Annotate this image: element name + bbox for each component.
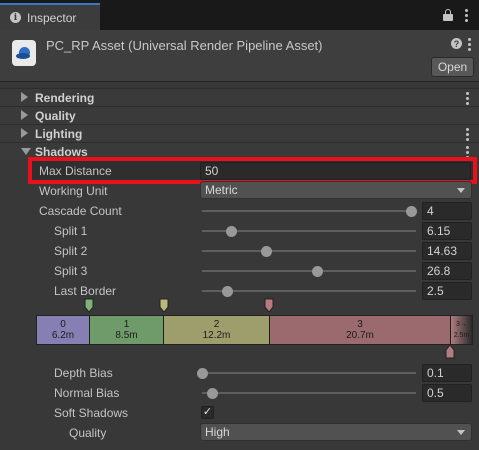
cascade-count-field[interactable]: 4 (422, 202, 472, 220)
last-border-slider[interactable] (202, 290, 416, 292)
normal-bias-slider-knob[interactable] (207, 388, 219, 399)
last-border-marker-wrap (445, 344, 455, 359)
chevron-down-icon (457, 188, 465, 193)
header-menu-icon[interactable] (466, 38, 472, 51)
section-label: Rendering (35, 91, 95, 105)
open-button[interactable]: Open (431, 57, 474, 77)
tab-menu-icon[interactable] (463, 9, 469, 22)
cascade-distance: 8.5m (115, 330, 138, 341)
soft-shadows-checkbox[interactable]: ✓ (201, 406, 214, 419)
normal-bias-field[interactable]: 0.5 (422, 384, 472, 402)
working-unit-dropdown[interactable]: Metric (200, 181, 472, 199)
section-menu-icon[interactable] (464, 92, 470, 105)
quality-dropdown[interactable]: High (200, 423, 472, 441)
soft-shadows-row: Soft Shadows ✓ (0, 403, 479, 423)
cascade-distance: 6.2m (51, 330, 75, 341)
quality-row: Quality High (0, 423, 479, 443)
depth-bias-label: Depth Bias (54, 366, 113, 380)
last-border-marker[interactable] (445, 344, 455, 359)
normal-bias-row: Normal Bias 0.5 (0, 383, 479, 403)
section-label: Lighting (35, 127, 83, 141)
cascade-segment-0: 0 6.2m (37, 316, 90, 344)
asset-title: PC_RP Asset (Universal Render Pipeline A… (46, 38, 323, 53)
section-lighting[interactable]: Lighting (0, 124, 479, 142)
info-icon: i (10, 12, 21, 23)
split-1-field[interactable]: 6.15 (422, 222, 472, 240)
cascade-count-slider[interactable] (202, 210, 416, 212)
collapsed-arrow-icon (21, 128, 28, 138)
section-menu-icon[interactable] (464, 128, 470, 141)
depth-bias-slider[interactable] (202, 372, 416, 374)
cascade-count-row: Cascade Count 4 (0, 201, 479, 221)
split-3-slider[interactable] (202, 270, 416, 272)
cascade-index: 0 (60, 319, 66, 330)
split-3-field[interactable]: 26.8 (422, 262, 472, 280)
checkmark-icon: ✓ (202, 406, 213, 418)
quality-value: High (205, 425, 230, 439)
tab-inspector[interactable]: i Inspector (0, 3, 100, 30)
cascade-count-slider-knob[interactable] (406, 206, 418, 217)
last-border-slider-knob[interactable] (222, 286, 234, 297)
split-2-row: Split 2 14.63 (0, 241, 479, 261)
quality-label: Quality (69, 426, 107, 440)
depth-bias-row: Depth Bias 0.1 (0, 363, 479, 383)
cascade-segment-1: 1 8.5m (90, 316, 164, 344)
working-unit-label: Working Unit (39, 184, 108, 198)
section-quality[interactable]: Quality (0, 106, 479, 124)
expanded-arrow-icon (21, 148, 31, 155)
split-2-label: Split 2 (54, 244, 88, 258)
split-2-marker[interactable] (159, 298, 169, 313)
cascade-distance: 20.7m (346, 330, 374, 341)
collapsed-arrow-icon (21, 110, 28, 120)
split-1-row: Split 1 6.15 (0, 221, 479, 241)
tab-label: Inspector (27, 10, 77, 25)
pipeline-asset-icon (12, 40, 36, 66)
working-unit-value: Metric (205, 183, 238, 197)
cascade-segment-fade: 3→ 2.5m (451, 316, 472, 344)
cascade-bar: 0 6.2m 1 8.5m 2 12.2m 3 20.7m 3→ 2.5m (36, 315, 473, 345)
cascade-index: 3 (357, 319, 363, 330)
cascade-distance: 2.5m (453, 332, 470, 339)
split-3-label: Split 3 (54, 264, 88, 278)
lock-icon[interactable] (443, 9, 453, 21)
cascade-segment-3: 3 20.7m (270, 316, 451, 344)
split-1-slider-knob[interactable] (226, 226, 238, 237)
split-3-row: Split 3 26.8 (0, 261, 479, 281)
cascade-markers (84, 298, 274, 313)
normal-bias-label: Normal Bias (54, 386, 120, 400)
collapsed-arrow-icon (21, 92, 28, 102)
cascade-distance: 12.2m (202, 330, 231, 341)
chevron-down-icon (457, 430, 465, 435)
max-distance-label: Max Distance (39, 164, 112, 178)
max-distance-field[interactable]: 50 (200, 162, 471, 180)
soft-shadows-label: Soft Shadows (54, 406, 129, 420)
cascade-index: 2 (213, 319, 220, 330)
last-border-label: Last Border (54, 284, 117, 298)
tab-bar: i Inspector (0, 0, 479, 30)
working-unit-row: Working Unit Metric (0, 181, 479, 201)
section-label: Quality (35, 109, 76, 123)
cascade-segment-2: 2 12.2m (164, 316, 270, 344)
split-1-marker[interactable] (84, 298, 94, 313)
split-3-marker[interactable] (264, 298, 274, 313)
cascade-index: 3→ (456, 321, 467, 328)
help-icon[interactable]: ? (451, 38, 462, 49)
split-2-slider[interactable] (202, 250, 416, 252)
split-3-slider-knob[interactable] (312, 266, 324, 277)
split-1-label: Split 1 (54, 224, 88, 238)
split-2-slider-knob[interactable] (260, 246, 272, 257)
max-distance-row: Max Distance 50 (0, 161, 479, 181)
depth-bias-slider-knob[interactable] (196, 368, 208, 379)
cascade-index: 1 (123, 319, 130, 330)
normal-bias-slider[interactable] (202, 392, 416, 394)
asset-header: PC_RP Asset (Universal Render Pipeline A… (0, 30, 479, 82)
split-2-field[interactable]: 14.63 (422, 242, 472, 260)
depth-bias-field[interactable]: 0.1 (422, 364, 472, 382)
cascade-count-label: Cascade Count (39, 204, 122, 218)
section-rendering[interactable]: Rendering (0, 88, 479, 106)
